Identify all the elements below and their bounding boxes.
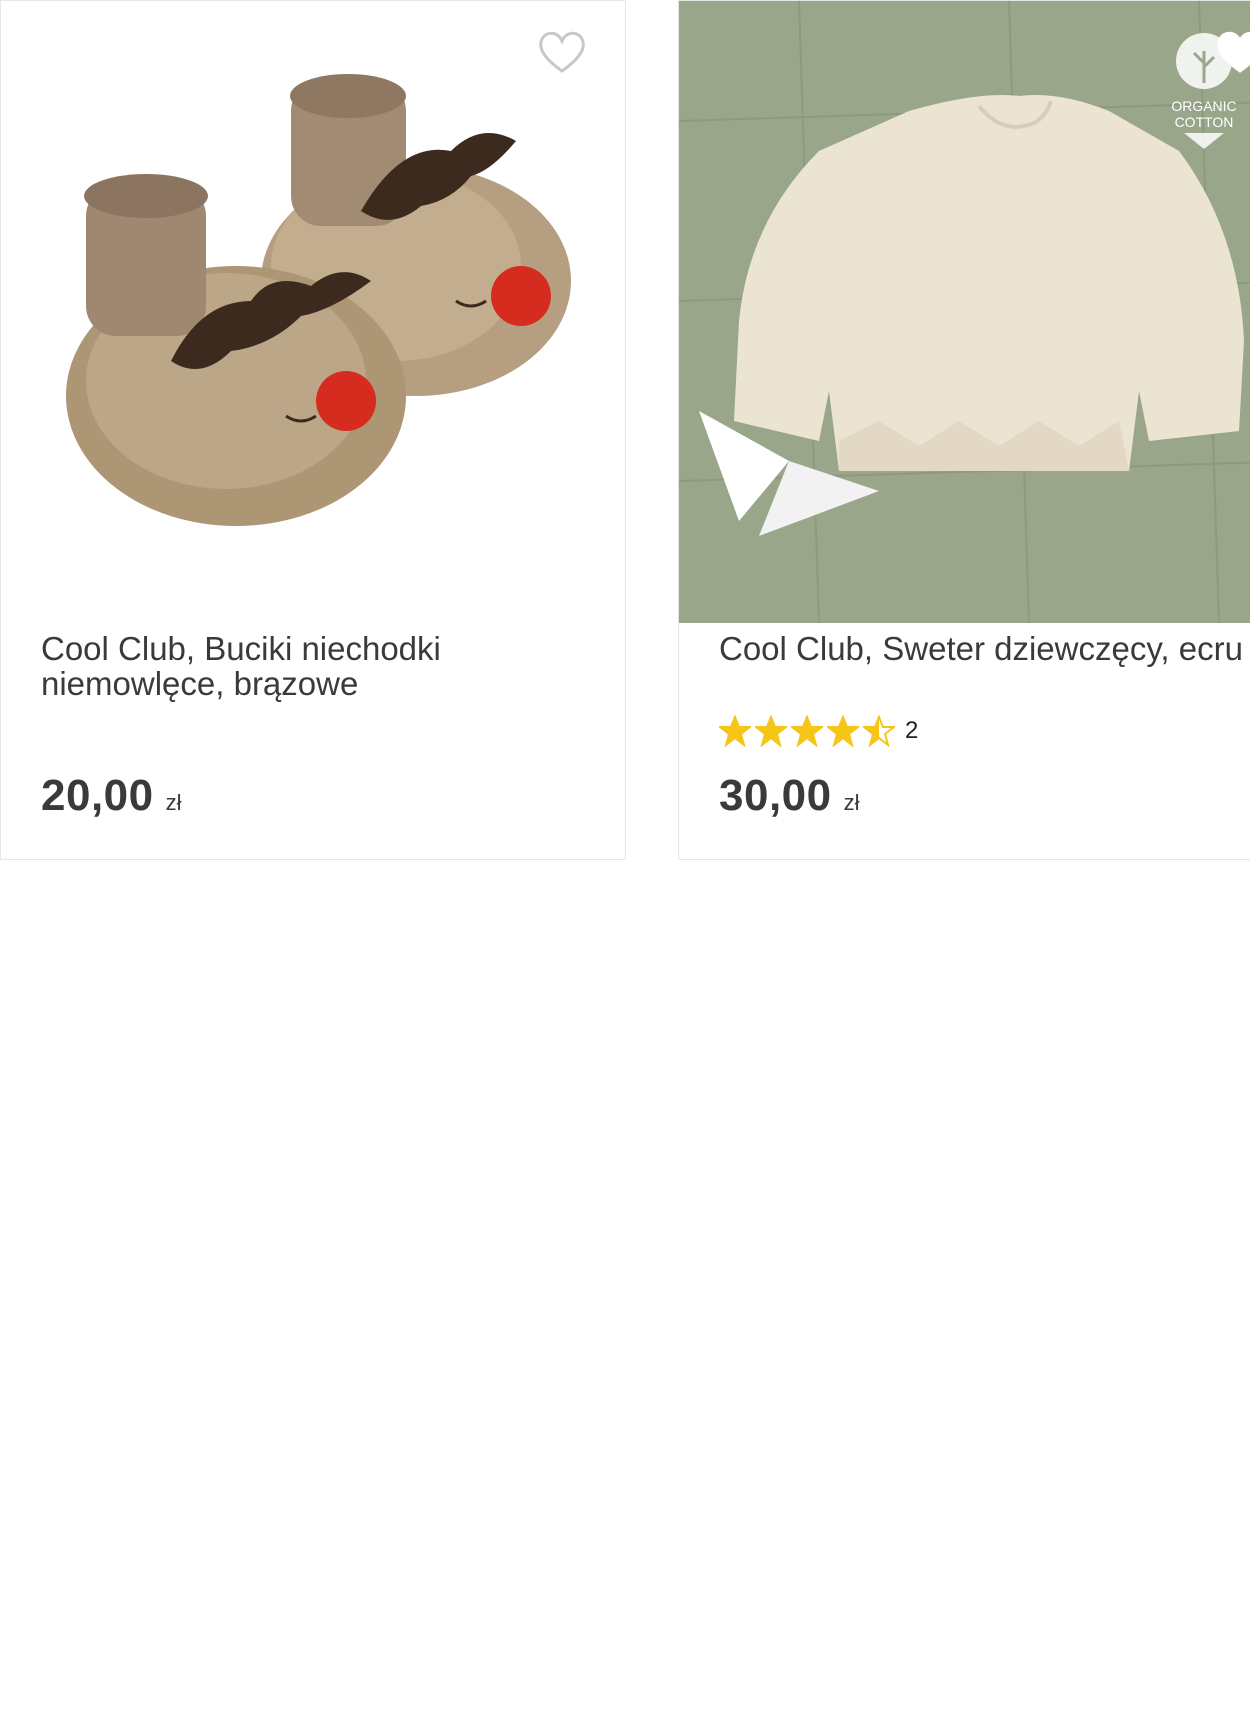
product-title[interactable]: Cool Club, Buciki niechodki niemowlęce, … [41, 631, 601, 701]
price-currency: zł [165, 790, 182, 815]
badge-line1: ORGANIC [1171, 98, 1236, 114]
heart-outline-icon[interactable] [536, 29, 588, 75]
star-full-icon [791, 715, 823, 747]
star-full-icon [719, 715, 751, 747]
product-image-sweater[interactable]: ORGANIC COTTON [679, 1, 1250, 623]
product-title[interactable]: Cool Club, Sweter dziewczęcy, ecru [719, 631, 1250, 666]
product-price: 20,00 zł [41, 771, 182, 821]
rating-stars [719, 715, 899, 747]
price-amount: 20,00 [41, 771, 154, 820]
star-half-icon [863, 715, 895, 747]
star-rating: 2 [719, 713, 918, 749]
price-amount: 30,00 [719, 771, 832, 820]
product-card[interactable]: ORGANIC COTTON Cool Club, Sweter dziewcz… [678, 0, 1250, 860]
badge-line2: COTTON [1175, 114, 1234, 130]
star-full-icon [755, 715, 787, 747]
product-image-slippers[interactable] [1, 1, 625, 623]
price-currency: zł [843, 790, 860, 815]
heart-outline-icon[interactable] [1214, 29, 1250, 75]
product-price: 30,00 zł [719, 771, 860, 821]
star-full-icon [827, 715, 859, 747]
product-card[interactable]: Cool Club, Buciki niechodki niemowlęce, … [0, 0, 626, 860]
rating-count: 2 [905, 717, 919, 744]
product-grid: Cool Club, Buciki niechodki niemowlęce, … [0, 0, 1250, 1721]
